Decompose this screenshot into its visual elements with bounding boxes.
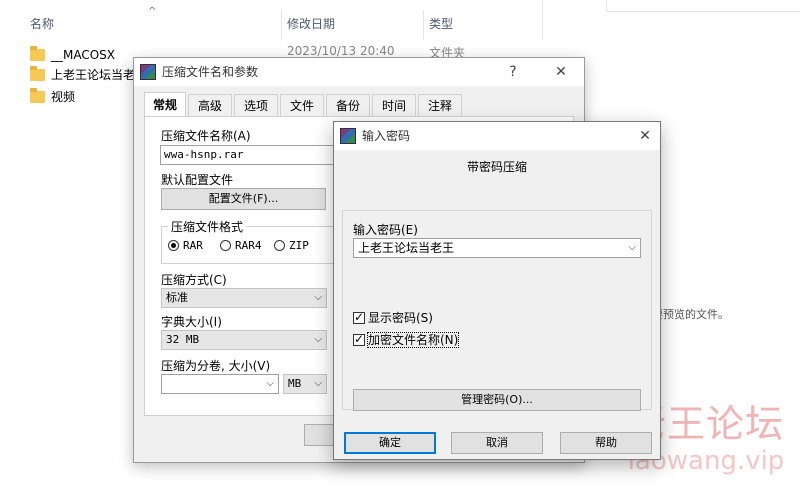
column-separator[interactable] bbox=[281, 10, 282, 40]
folder-icon bbox=[30, 46, 45, 61]
file-row[interactable]: 视频 bbox=[30, 86, 75, 108]
chevron-down-icon: ⌵ bbox=[266, 378, 274, 389]
radio-rar4[interactable]: RAR4 bbox=[220, 239, 262, 253]
format-group-title: 压缩文件格式 bbox=[168, 218, 247, 235]
file-date: 2023/10/13 20:40 bbox=[287, 44, 395, 58]
tab-options[interactable]: 选项 bbox=[234, 94, 278, 116]
file-name: __MACOSX bbox=[51, 48, 116, 62]
column-header-name[interactable]: 名称 bbox=[30, 0, 54, 40]
help-button[interactable]: 帮助 bbox=[560, 432, 652, 454]
password-heading: 带密码压缩 bbox=[466, 160, 527, 174]
column-header-type[interactable]: 类型 bbox=[429, 0, 453, 40]
preview-pane-header bbox=[606, 0, 800, 12]
show-password-checkbox[interactable]: 显示密码(S) bbox=[353, 310, 433, 325]
method-select[interactable]: 标准 ⌵ bbox=[161, 288, 327, 308]
method-label: 压缩方式(C) bbox=[161, 273, 227, 287]
archive-name-label: 压缩文件名称(A) bbox=[161, 129, 251, 143]
archive-name-input[interactable]: wwa-hsnp.rar bbox=[160, 145, 360, 165]
chevron-down-icon: ⌵ bbox=[314, 292, 322, 303]
file-row[interactable]: __MACOSX bbox=[30, 44, 115, 66]
ok-button[interactable]: 确定 bbox=[344, 432, 436, 454]
tab-files[interactable]: 文件 bbox=[280, 94, 324, 116]
tab-backup[interactable]: 备份 bbox=[326, 94, 370, 116]
split-label: 压缩为分卷, 大小(V) bbox=[161, 359, 271, 373]
folder-icon bbox=[30, 88, 45, 103]
folder-icon bbox=[30, 66, 45, 81]
dialog-title: 压缩文件名和参数 bbox=[162, 65, 259, 79]
dict-label: 字典大小(I) bbox=[161, 315, 222, 329]
password-dialog: 输入密码 ✕ 带密码压缩 输入密码(E) 上老王论坛当老王 ⌵ 显示密码(S) … bbox=[333, 121, 661, 460]
checkbox-checked-icon bbox=[353, 332, 365, 346]
tab-advanced[interactable]: 高级 bbox=[188, 94, 232, 116]
winrar-icon bbox=[140, 64, 156, 80]
radio-zip[interactable]: ZIP bbox=[274, 239, 309, 253]
password-input[interactable]: 上老王论坛当老王 ⌵ bbox=[353, 238, 641, 258]
chevron-down-icon: ⌵ bbox=[628, 242, 636, 253]
manage-passwords-button[interactable]: 管理密码(O)... bbox=[353, 389, 641, 411]
tab-time[interactable]: 时间 bbox=[372, 94, 416, 116]
dict-select[interactable]: 32 MB ⌵ bbox=[161, 330, 327, 350]
checkbox-checked-icon bbox=[353, 310, 365, 324]
split-unit-select[interactable]: MB ⌵ bbox=[283, 374, 327, 394]
cancel-button[interactable]: 取消 bbox=[451, 432, 543, 454]
winrar-icon bbox=[340, 128, 356, 144]
tab-comment[interactable]: 注释 bbox=[418, 94, 462, 116]
file-name: 上老王论坛当老 bbox=[51, 68, 136, 82]
title-bar[interactable]: 输入密码 ✕ bbox=[334, 122, 660, 150]
split-size-input[interactable]: ⌵ bbox=[161, 374, 279, 394]
close-icon[interactable]: ✕ bbox=[546, 58, 576, 86]
chevron-down-icon: ⌵ bbox=[314, 334, 322, 345]
help-icon[interactable]: ? bbox=[498, 58, 528, 86]
tab-general[interactable]: 常规 bbox=[144, 92, 186, 116]
radio-icon bbox=[274, 240, 285, 251]
default-profile-label: 默认配置文件 bbox=[161, 173, 234, 187]
password-panel: 输入密码(E) 上老王论坛当老王 ⌵ 显示密码(S) 加密文件名称(N) 管理密… bbox=[342, 210, 652, 411]
title-bar[interactable]: 压缩文件名和参数 ? ✕ bbox=[134, 58, 584, 86]
column-header-date[interactable]: 修改日期 bbox=[287, 0, 335, 40]
file-name: 视频 bbox=[51, 90, 76, 104]
profile-button[interactable]: 配置文件(F)... bbox=[161, 188, 326, 210]
dialog-title: 输入密码 bbox=[362, 129, 411, 143]
radio-rar[interactable]: RAR bbox=[168, 239, 203, 253]
chevron-down-icon: ⌵ bbox=[314, 378, 322, 389]
radio-selected-icon bbox=[168, 240, 179, 251]
enter-password-label: 输入密码(E) bbox=[353, 223, 418, 237]
file-row[interactable]: 上老王论坛当老 bbox=[30, 64, 135, 86]
column-separator[interactable] bbox=[423, 10, 424, 40]
preview-hint: 要预览的文件。 bbox=[652, 308, 729, 321]
close-icon[interactable]: ✕ bbox=[630, 122, 660, 150]
radio-icon bbox=[220, 240, 231, 251]
format-group: 压缩文件格式 RAR RAR4 ZIP bbox=[161, 218, 351, 264]
preview-pane-divider bbox=[542, 0, 602, 40]
encrypt-names-checkbox[interactable]: 加密文件名称(N) bbox=[353, 332, 460, 348]
sort-arrow-icon: ^ bbox=[148, 6, 157, 17]
